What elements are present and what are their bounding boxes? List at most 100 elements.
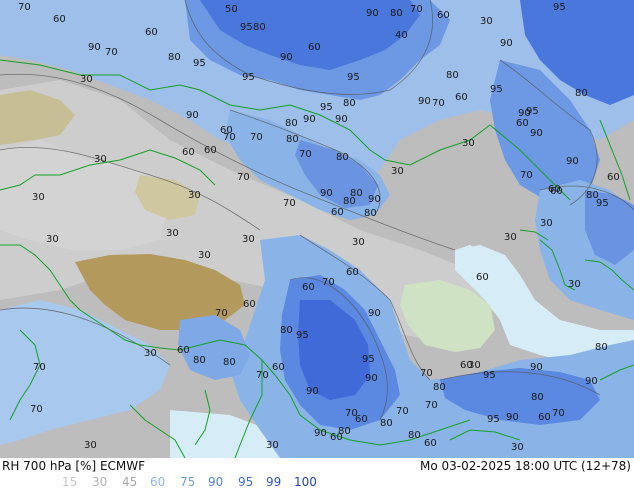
contour-label: 70 <box>299 149 312 160</box>
contour-label: 70 <box>18 2 31 13</box>
contour-label: 30 <box>84 440 97 451</box>
contour-label: 90 <box>303 114 316 125</box>
contour-label: 95 <box>240 22 253 33</box>
contour-label: 30 <box>480 16 493 27</box>
legend-value: 90 <box>208 475 224 489</box>
contour-label: 80 <box>343 98 356 109</box>
contour-label: 90 <box>366 8 379 19</box>
contour-label: 30 <box>504 232 517 243</box>
contour-label: 30 <box>511 442 524 453</box>
contour-label: 80 <box>193 355 206 366</box>
contour-label: 90 <box>530 362 543 373</box>
contour-label: 95 <box>490 84 503 95</box>
contour-label: 90 <box>320 188 333 199</box>
contour-label: 90 <box>530 128 543 139</box>
contour-label: 95 <box>320 102 333 113</box>
legend-value: 99 <box>266 475 282 489</box>
legend-value: 45 <box>122 475 138 489</box>
contour-label: 90 <box>418 96 431 107</box>
contour-label: 60 <box>204 145 217 156</box>
contour-label: 95 <box>362 354 375 365</box>
legend-value: 100 <box>294 475 317 489</box>
contour-label: 60 <box>308 42 321 53</box>
contour-label: 60 <box>145 27 158 38</box>
contour-label: 60 <box>177 345 190 356</box>
contour-label: 60 <box>424 438 437 449</box>
valid-time: Mo 03-02-2025 18:00 UTC (12+78) <box>419 459 631 473</box>
legend-value: 60 <box>150 475 166 489</box>
contour-label: 30 <box>188 190 201 201</box>
contour-label: 30 <box>144 348 157 359</box>
contour-label: 90 <box>88 42 101 53</box>
contour-label: 90 <box>335 114 348 125</box>
contour-label: 70 <box>396 406 409 417</box>
contour-label: 70 <box>283 198 296 209</box>
contour-label: 80 <box>285 118 298 129</box>
contour-label: 80 <box>364 208 377 219</box>
contour-label: 60 <box>476 272 489 283</box>
product-title: RH 700 hPa [%] ECMWF <box>2 459 146 473</box>
contour-label: 70 <box>410 4 423 15</box>
contour-label: 70 <box>420 368 433 379</box>
contour-label: 60 <box>437 10 450 21</box>
contour-label: 60 <box>538 412 551 423</box>
contour-label: 80 <box>575 88 588 99</box>
contour-label: 90 <box>368 194 381 205</box>
contour-label: 70 <box>30 404 43 415</box>
legend-value: 95 <box>238 475 254 489</box>
contour-label: 95 <box>242 72 255 83</box>
contour-label: 80 <box>380 418 393 429</box>
contour-label: 30 <box>391 166 404 177</box>
contour-label: 70 <box>256 370 269 381</box>
contour-label: 70 <box>237 172 250 183</box>
contour-label: 95 <box>347 72 360 83</box>
contour-label: 80 <box>280 325 293 336</box>
legend-value: 15 <box>62 475 78 489</box>
contour-label: 30 <box>166 228 179 239</box>
contour-label: 30 <box>568 279 581 290</box>
contour-label: 30 <box>468 360 481 371</box>
contour-label: 60 <box>346 267 359 278</box>
contour-label: 60 <box>331 207 344 218</box>
contour-label: 95 <box>296 330 309 341</box>
contour-label: 70 <box>322 277 335 288</box>
contour-label: 30 <box>80 74 93 85</box>
legend-value: 75 <box>180 475 196 489</box>
contour-label: 80 <box>446 70 459 81</box>
contour-label: 60 <box>182 147 195 158</box>
contour-label: 30 <box>46 234 59 245</box>
contour-label: 90 <box>500 38 513 49</box>
contour-label: 80 <box>338 426 351 437</box>
contour-label: 70 <box>33 362 46 373</box>
contour-label: 90 <box>306 386 319 397</box>
contour-label: 30 <box>352 237 365 248</box>
contour-label: 30 <box>266 440 279 451</box>
contour-label: 30 <box>242 234 255 245</box>
contour-label: 90 <box>365 373 378 384</box>
contour-label: 80 <box>595 342 608 353</box>
contour-label: 90 <box>314 428 327 439</box>
contour-label: 80 <box>433 382 446 393</box>
map-footer: RH 700 hPa [%] ECMWF Mo 03-02-2025 18:00… <box>0 458 634 490</box>
contour-label: 70 <box>520 170 533 181</box>
contour-label: 80 <box>531 392 544 403</box>
contour-label: 30 <box>462 138 475 149</box>
contour-label: 70 <box>432 98 445 109</box>
contour-label: 95 <box>487 414 500 425</box>
weather-map: 70 60 90 80 95 30 60 90 70 95 80 60 50 9… <box>0 0 634 458</box>
contour-label: 30 <box>94 154 107 165</box>
contour-label: 70 <box>105 47 118 58</box>
contour-label: 60 <box>455 92 468 103</box>
contour-label: 60 <box>220 125 233 136</box>
contour-label: 60 <box>243 299 256 310</box>
contour-label: 80 <box>286 134 299 145</box>
legend-value: 30 <box>92 475 108 489</box>
contour-label: 90 <box>506 412 519 423</box>
contour-label: 80 <box>408 430 421 441</box>
contour-label: 95 <box>526 106 539 117</box>
contour-label: 90 <box>368 308 381 319</box>
contour-label: 95 <box>553 2 566 13</box>
contour-label: 95 <box>193 58 206 69</box>
contour-label: 80 <box>350 188 363 199</box>
contour-label: 95 <box>596 198 609 209</box>
